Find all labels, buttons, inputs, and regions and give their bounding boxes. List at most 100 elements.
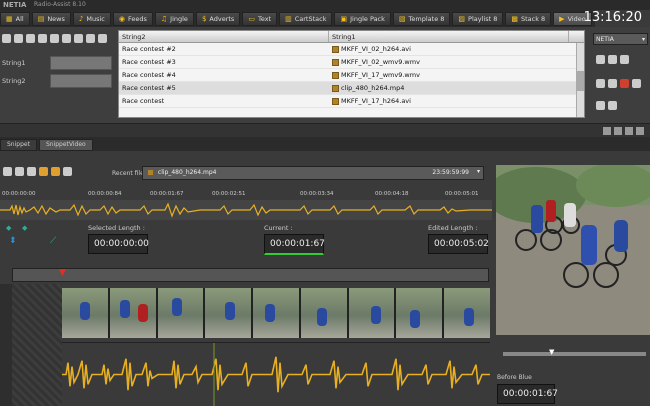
tab-snippet-video[interactable]: SnippetVideo — [38, 139, 93, 151]
link-clip-icon[interactable]: ⟋ — [50, 236, 56, 246]
refresh-icon[interactable] — [14, 34, 23, 43]
grid-scrollbar[interactable] — [576, 43, 584, 117]
video-preview — [496, 165, 650, 335]
copy-icon[interactable] — [26, 34, 35, 43]
table-row[interactable]: Race contest MKFF_VI_17_h264.avi — [119, 95, 584, 108]
person-icon[interactable] — [50, 34, 59, 43]
table-row[interactable]: Race contest #4 MKFF_VI_17_wmv9.wmv — [119, 69, 584, 82]
chevron-down-icon: ▾ — [641, 36, 645, 43]
app-title: Radio-Assist 8.10 — [34, 1, 86, 8]
template-icon: ▧ — [398, 14, 406, 23]
video-thumbnail — [300, 288, 347, 338]
video-file-icon — [332, 97, 339, 105]
playhead-marker[interactable]: ▼ — [59, 268, 66, 278]
tab-snippet[interactable]: Snippet — [0, 139, 37, 151]
tab-text[interactable]: ▭ Text — [242, 11, 278, 26]
close-icon[interactable] — [636, 127, 644, 135]
video-file-icon — [147, 169, 154, 176]
text-icon: ▭ — [248, 14, 255, 23]
title-bar: NETIA Radio-Assist 8.10 — [0, 0, 650, 10]
scroll-thumb[interactable] — [577, 71, 584, 91]
tab-jingle-pack[interactable]: ▣ Jingle Pack — [334, 11, 391, 26]
open-icon[interactable] — [15, 167, 24, 176]
ruler-tick: 00:00:05:01 — [445, 191, 479, 197]
app-logo: NETIA — [3, 1, 27, 9]
link-icon[interactable] — [596, 101, 605, 110]
document-icon[interactable] — [608, 101, 617, 110]
redo-icon[interactable] — [608, 79, 617, 88]
add-icon[interactable] — [2, 34, 11, 43]
column-header-string1[interactable]: String1 — [329, 31, 569, 42]
undo-arrow-icon[interactable] — [39, 167, 48, 176]
jingle-icon: ♫ — [160, 14, 168, 23]
category-tabs: ▦ All ▤ News ♪ Music ◉ Feeds ♫ Jingle $ Advert… — [0, 10, 595, 27]
video-file-icon — [332, 71, 339, 79]
news-icon: ▤ — [37, 14, 45, 23]
edited-length-display: 00:00:05:02 — [428, 234, 489, 254]
edit-controls — [596, 79, 644, 88]
undo-icon[interactable] — [596, 79, 605, 88]
maximize-icon[interactable] — [625, 127, 633, 135]
lock-icon[interactable] — [86, 34, 95, 43]
tab-all[interactable]: ▦ All — [0, 11, 30, 26]
recent-duration: 23:59:59:99 — [432, 169, 469, 176]
new-icon[interactable] — [27, 167, 36, 176]
audio-waveform[interactable] — [62, 342, 490, 406]
redo-arrow-icon[interactable] — [51, 167, 60, 176]
tab-stack[interactable]: ▩ Stack 8 — [505, 11, 552, 26]
station-dropdown[interactable]: NETIA ▾ — [593, 33, 648, 45]
panel-divider[interactable] — [0, 123, 650, 137]
pin-icon[interactable] — [603, 127, 611, 135]
tab-jingle[interactable]: ♫ Jingle — [154, 11, 194, 26]
tab-cartstack[interactable]: ▥ CartStack — [279, 11, 333, 26]
split-icon[interactable]: ⬍ — [9, 236, 17, 246]
timer-icon[interactable] — [63, 167, 72, 176]
misc-controls — [596, 101, 620, 110]
chevron-down-icon: ▾ — [476, 168, 480, 175]
pause-icon[interactable] — [608, 55, 617, 64]
feeds-icon: ◉ — [118, 14, 125, 23]
save-icon[interactable] — [3, 167, 12, 176]
jingle-pack-icon: ▣ — [340, 14, 348, 23]
video-thumbnail-track[interactable] — [62, 288, 491, 338]
mark-out-icon[interactable]: ◆ — [22, 224, 27, 232]
table-row-selected[interactable]: Race contest #5 clip_480_h264.mp4 — [119, 82, 584, 95]
selected-length-display: 00:00:00:00 — [88, 234, 149, 254]
record-icon[interactable] — [620, 79, 629, 88]
preview-position-slider[interactable]: ▼ — [503, 348, 646, 356]
grid-icon[interactable] — [62, 34, 71, 43]
tab-feeds[interactable]: ◉ Feeds — [112, 11, 153, 26]
settings-icon[interactable] — [98, 34, 107, 43]
tab-news[interactable]: ▤ News — [31, 11, 71, 26]
tab-template[interactable]: ▧ Template 8 — [392, 11, 451, 26]
current-time-display: 00:00:01:67 — [264, 234, 325, 255]
playlist-icon: ▨ — [458, 14, 466, 23]
transport-controls — [596, 55, 632, 64]
delete-icon[interactable] — [74, 34, 83, 43]
edit-icon[interactable] — [632, 79, 641, 88]
video-thumbnail — [205, 288, 252, 338]
search-toolbar — [2, 34, 110, 43]
tab-music[interactable]: ♪ Music — [72, 11, 111, 26]
string2-input[interactable] — [50, 74, 112, 88]
slider-thumb[interactable]: ▼ — [549, 348, 554, 356]
edited-length-label: Edited Length : — [428, 224, 478, 232]
table-row[interactable]: Race contest #2 MKFF_VI_02_h264.avi — [119, 43, 584, 56]
tab-adverts[interactable]: $ Adverts — [195, 11, 241, 26]
tab-playlist[interactable]: ▨ Playlist 8 — [452, 11, 504, 26]
timeline-bar[interactable]: ▼ — [12, 268, 489, 282]
table-row[interactable]: Race contest #3 MKFF_VI_02_wmv9.wmv — [119, 56, 584, 69]
overview-waveform[interactable] — [0, 200, 492, 220]
track-header — [0, 284, 12, 406]
ruler-tick: 00:00:00:00 — [2, 191, 36, 197]
mark-in-icon[interactable]: ◆ — [6, 224, 11, 232]
stop-icon[interactable] — [620, 55, 629, 64]
stack-icon: ▩ — [511, 14, 518, 23]
recent-files-dropdown[interactable]: clip_480_h264.mp4 23:59:59:99 ▾ — [142, 166, 484, 180]
video-thumbnail — [444, 288, 491, 338]
string1-input[interactable] — [50, 56, 112, 70]
column-header-string2[interactable]: String2 — [119, 31, 329, 42]
play-icon[interactable] — [596, 55, 605, 64]
cut-icon[interactable] — [38, 34, 47, 43]
minimize-icon[interactable] — [614, 127, 622, 135]
